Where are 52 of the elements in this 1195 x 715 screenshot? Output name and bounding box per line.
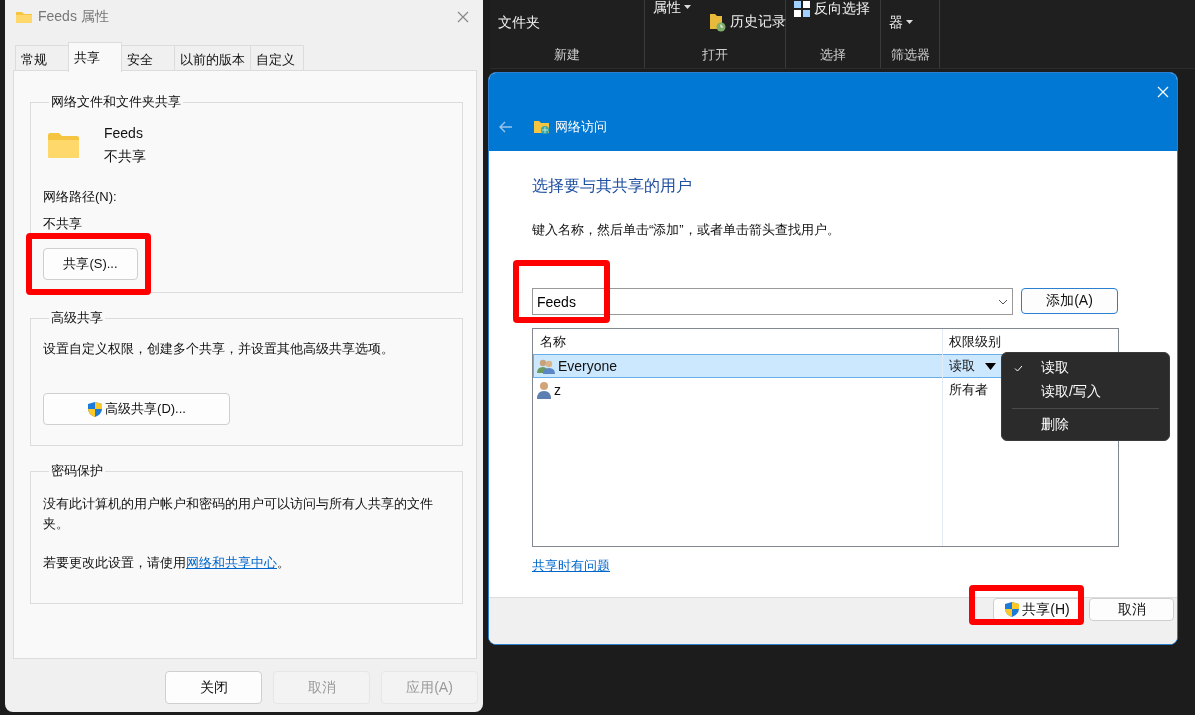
group-label: 新建 — [553, 46, 581, 64]
name-combobox[interactable]: Feeds — [532, 288, 1013, 315]
settings-note: 若要更改此设置，请使用网络和共享中心。 — [43, 554, 291, 572]
dialog-heading: 选择要与其共享的用户 — [532, 176, 693, 196]
window-title: Feeds 属性 — [38, 7, 110, 26]
path-value: 不共享 — [43, 215, 83, 233]
menu-item[interactable]: 读取/写入 — [1002, 380, 1169, 404]
column-header[interactable]: 名称 — [533, 332, 943, 351]
window-title: 网络访问 — [555, 118, 607, 136]
users-icon — [537, 358, 555, 374]
group-title: 高级共享 — [50, 309, 104, 327]
user-icon — [537, 381, 551, 399]
help-link[interactable]: 共享时有问题 — [532, 558, 610, 573]
ribbon-button[interactable]: 历史记录 — [709, 12, 786, 32]
dialog-button[interactable]: 取消 — [1089, 598, 1174, 621]
folder-icon — [15, 9, 33, 24]
ribbon-button[interactable]: 反向选择 — [794, 0, 870, 19]
tab[interactable]: 共享 — [68, 42, 122, 72]
grid-icon — [794, 1, 810, 17]
close-icon — [1157, 86, 1169, 98]
folder-clock-icon — [709, 12, 726, 32]
share-button[interactable]: 共享(S)... — [43, 248, 138, 280]
close-icon — [457, 10, 469, 23]
description-text: 设置自定义权限，创建多个共享，并设置其他高级共享选项。 — [43, 340, 395, 358]
tab[interactable]: 常规 — [15, 45, 69, 70]
group-label: 打开 — [701, 46, 729, 64]
close-button[interactable] — [457, 10, 469, 23]
back-arrow-icon — [499, 121, 513, 133]
description-text: 没有此计算机的用户帐户和密码的用户可以访问与所有人共享的文件夹。 — [43, 495, 434, 533]
add-button[interactable]: 添加(A) — [1021, 288, 1118, 314]
ribbon-button[interactable]: 文件夹 — [498, 12, 540, 42]
dialog-button[interactable]: 关闭 — [165, 671, 262, 704]
group-label: 筛选器 — [889, 46, 931, 64]
tab[interactable]: 自定义 — [250, 45, 304, 70]
path-label: 网络路径(N): — [43, 188, 118, 206]
column-header[interactable]: 权限级别 — [943, 332, 1118, 351]
group-title: 密码保护 — [50, 462, 104, 480]
ribbon-button[interactable]: 器 — [889, 12, 913, 42]
advanced-sharing-button[interactable]: 高级共享(D)... — [43, 393, 230, 425]
network-center-link[interactable]: 网络和共享中心 — [186, 555, 277, 570]
ribbon-button[interactable]: 属性 — [653, 0, 691, 42]
share-status: 不共享 — [104, 148, 146, 166]
network-folder-icon — [533, 119, 551, 135]
folder-name: Feeds — [104, 125, 144, 141]
back-button[interactable] — [499, 121, 513, 133]
check-icon — [1014, 364, 1023, 372]
group-label: 选择 — [819, 46, 847, 64]
group-title: 网络文件和文件夹共享 — [50, 93, 182, 111]
folder-icon — [47, 132, 80, 159]
menu-item[interactable]: 删除 — [1002, 413, 1169, 437]
instruction-text: 键入名称，然后单击“添加”，或者单击箭头查找用户。 — [532, 221, 841, 239]
chevron-down-icon — [998, 299, 1008, 305]
